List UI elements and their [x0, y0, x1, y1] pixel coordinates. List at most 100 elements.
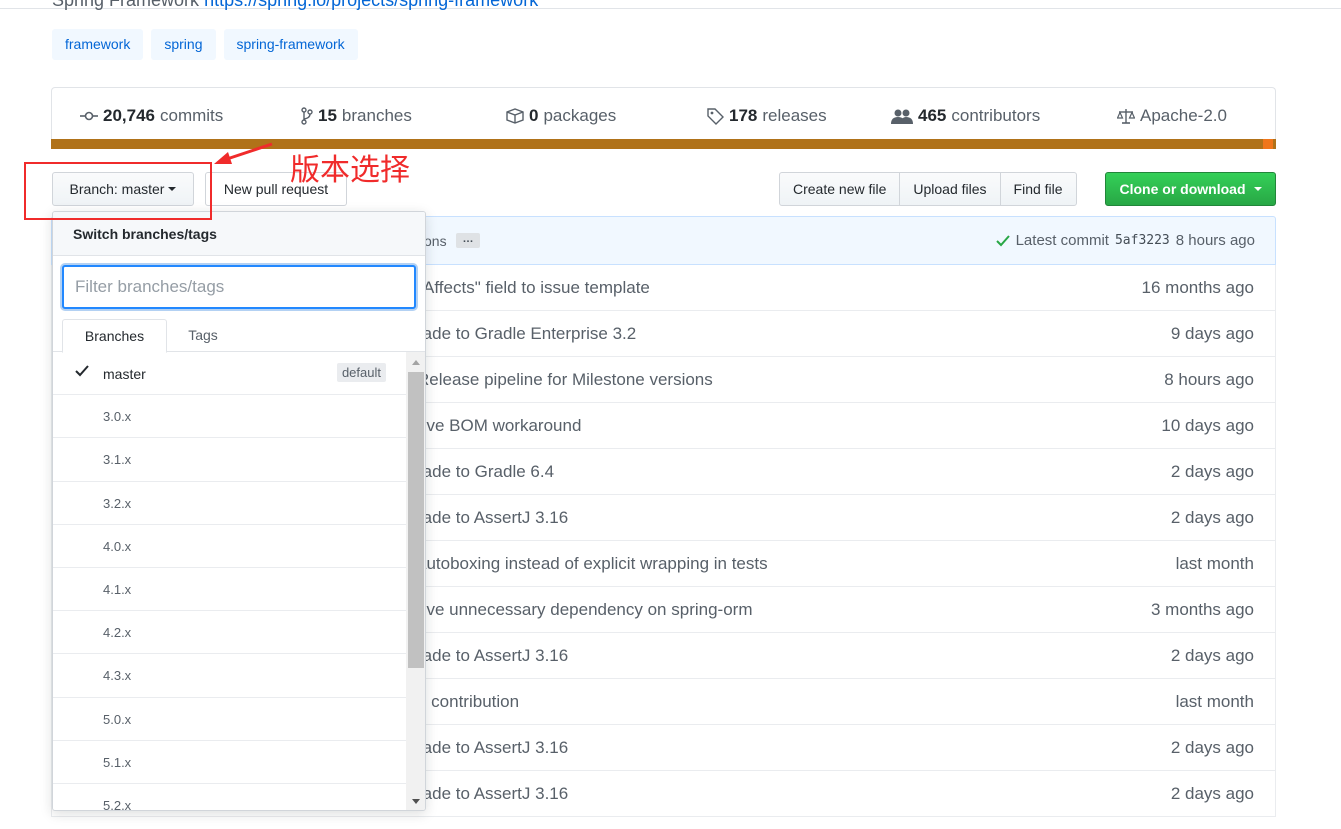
commit-message-link[interactable]: autoboxing instead of explicit wrapping … — [417, 554, 768, 574]
check-icon — [75, 365, 89, 377]
repo-homepage-link[interactable]: https://spring.io/projects/spring-framew… — [204, 0, 538, 10]
clone-or-download-button[interactable]: Clone or download — [1105, 172, 1276, 206]
commit-age: 8 hours ago — [1164, 370, 1254, 389]
commit-message-link[interactable]: rade to Gradle 6.4 — [417, 462, 554, 482]
topic-tag[interactable]: spring — [151, 29, 216, 60]
branch-item[interactable]: 3.2.x — [53, 482, 406, 525]
branch-icon — [301, 107, 313, 125]
tag-icon — [707, 107, 724, 125]
create-new-file-button[interactable]: Create new file — [780, 173, 901, 205]
upload-files-button[interactable]: Upload files — [900, 173, 1001, 205]
commit-message-link[interactable]: rade to AssertJ 3.16 — [417, 784, 568, 804]
annotation-label: 版本选择 — [290, 153, 410, 188]
commit-age: 2 days ago — [1170, 646, 1254, 665]
commit-age: 16 months ago — [1141, 278, 1254, 297]
scroll-up-arrow-icon[interactable] — [412, 360, 420, 365]
find-file-button[interactable]: Find file — [1001, 173, 1076, 205]
commit-age: 3 months ago — [1150, 600, 1254, 619]
commits-stat[interactable]: 20,746 commits — [80, 106, 223, 126]
branches-stat[interactable]: 15 branches — [301, 106, 412, 126]
commit-message-link[interactable]: rade to AssertJ 3.16 — [417, 738, 568, 758]
branches-label: branches — [341, 106, 412, 125]
branch-item[interactable]: 4.0.x — [53, 525, 406, 568]
commit-message-link[interactable]: ove BOM workaround — [417, 416, 581, 436]
branch-list: master default 3.0.x 3.1.x 3.2.x 4.0.x 4… — [53, 352, 406, 811]
commit-message-link[interactable]: ove unnecessary dependency on spring-orm — [417, 600, 752, 620]
topic-tag[interactable]: spring-framework — [223, 29, 358, 60]
branch-name: 3.2.x — [103, 495, 132, 511]
releases-label: releases — [762, 106, 827, 125]
commit-message-link[interactable]: Release pipeline for Milestone versions — [417, 370, 713, 390]
license-label: Apache-2.0 — [1140, 106, 1227, 125]
branch-name: 4.3.x — [103, 668, 132, 684]
commit-age: last month — [1175, 692, 1254, 711]
branch-item[interactable]: 4.1.x — [53, 568, 406, 612]
tab-tags[interactable]: Tags — [173, 319, 233, 352]
commit-sha-link[interactable]: 5af3223 — [1115, 233, 1170, 248]
commit-age: 2 days ago — [1170, 738, 1254, 757]
branch-item[interactable]: 4.2.x — [53, 611, 406, 655]
commits-count: 20,746 — [103, 106, 155, 125]
clone-label: Clone or download — [1119, 181, 1246, 197]
branch-item[interactable]: 5.1.x — [53, 741, 406, 784]
license-stat[interactable]: Apache-2.0 — [1117, 106, 1227, 126]
commit-age: 2 days ago — [1170, 784, 1254, 803]
contributors-stat[interactable]: 465 contributors — [891, 106, 1040, 126]
branch-item-master[interactable]: master default — [53, 352, 406, 396]
latest-commit-label: Latest commit — [1015, 232, 1109, 249]
expand-commit-button[interactable]: … — [456, 233, 480, 248]
package-icon — [506, 108, 524, 124]
branch-name: 4.2.x — [103, 625, 132, 641]
repo-description: Spring Framework https://spring.io/proje… — [52, 0, 538, 11]
file-actions-group: Create new file Upload files Find file — [779, 172, 1077, 206]
commit-age: 2 days ago — [1170, 462, 1254, 481]
commit-message-link[interactable]: h contribution — [417, 692, 519, 712]
branch-name: 3.0.x — [103, 409, 132, 425]
filter-branches-input[interactable] — [62, 265, 416, 309]
commits-label: commits — [160, 106, 224, 125]
branch-item[interactable]: 5.2.x — [53, 784, 406, 811]
commit-icon — [80, 111, 98, 121]
commit-age: 10 days ago — [1161, 416, 1254, 435]
topics-list: framework spring spring-framework — [52, 29, 358, 60]
commit-message-fragment[interactable]: ons — [424, 233, 447, 249]
branch-item[interactable]: 4.3.x — [53, 654, 406, 698]
branch-dropdown: Switch branches/tags Branches Tags maste… — [52, 211, 426, 811]
scrollbar-thumb[interactable] — [408, 372, 424, 668]
branch-item[interactable]: 3.1.x — [53, 438, 406, 482]
commit-message-link[interactable]: rade to AssertJ 3.16 — [417, 508, 568, 528]
contributors-label: contributors — [951, 106, 1041, 125]
commit-message-link[interactable]: rade to AssertJ 3.16 — [417, 646, 568, 666]
caret-down-icon — [1253, 187, 1262, 191]
annotation-arrow-icon — [214, 142, 273, 164]
topic-tag[interactable]: framework — [52, 29, 144, 60]
commit-age: 2 days ago — [1170, 508, 1254, 527]
releases-stat[interactable]: 178 releases — [707, 106, 827, 126]
branch-name: 5.0.x — [103, 711, 132, 727]
latest-commit-info: Latest commit 5af3223 8 hours ago — [995, 232, 1255, 249]
people-icon — [891, 109, 913, 124]
dropdown-tabs: Branches Tags — [53, 319, 425, 353]
branch-name: 5.2.x — [103, 797, 132, 811]
commit-message-link[interactable]: rade to Gradle Enterprise 3.2 — [417, 324, 636, 344]
annotation-highlight-box — [24, 162, 212, 220]
check-icon — [995, 234, 1010, 246]
branch-name: master — [103, 366, 146, 382]
commit-message-link[interactable]: "Affects" field to issue template — [417, 278, 650, 298]
branch-name: 5.1.x — [103, 754, 132, 770]
branch-item[interactable]: 5.0.x — [53, 698, 406, 741]
scroll-down-arrow-icon[interactable] — [412, 799, 420, 804]
commit-age: 9 days ago — [1170, 324, 1254, 343]
default-badge: default — [336, 363, 386, 382]
language-bar-segment[interactable] — [1263, 139, 1273, 149]
branch-name: 4.1.x — [103, 581, 132, 597]
branch-item[interactable]: 3.0.x — [53, 395, 406, 439]
repo-description-text: Spring Framework — [52, 0, 200, 10]
law-icon — [1117, 108, 1135, 124]
contributors-count: 465 — [918, 106, 947, 125]
tab-branches[interactable]: Branches — [62, 319, 167, 353]
packages-label: packages — [543, 106, 617, 125]
dropdown-scrollbar[interactable] — [406, 352, 425, 810]
branch-name: 4.0.x — [103, 538, 132, 554]
packages-stat[interactable]: 0 packages — [506, 106, 616, 126]
